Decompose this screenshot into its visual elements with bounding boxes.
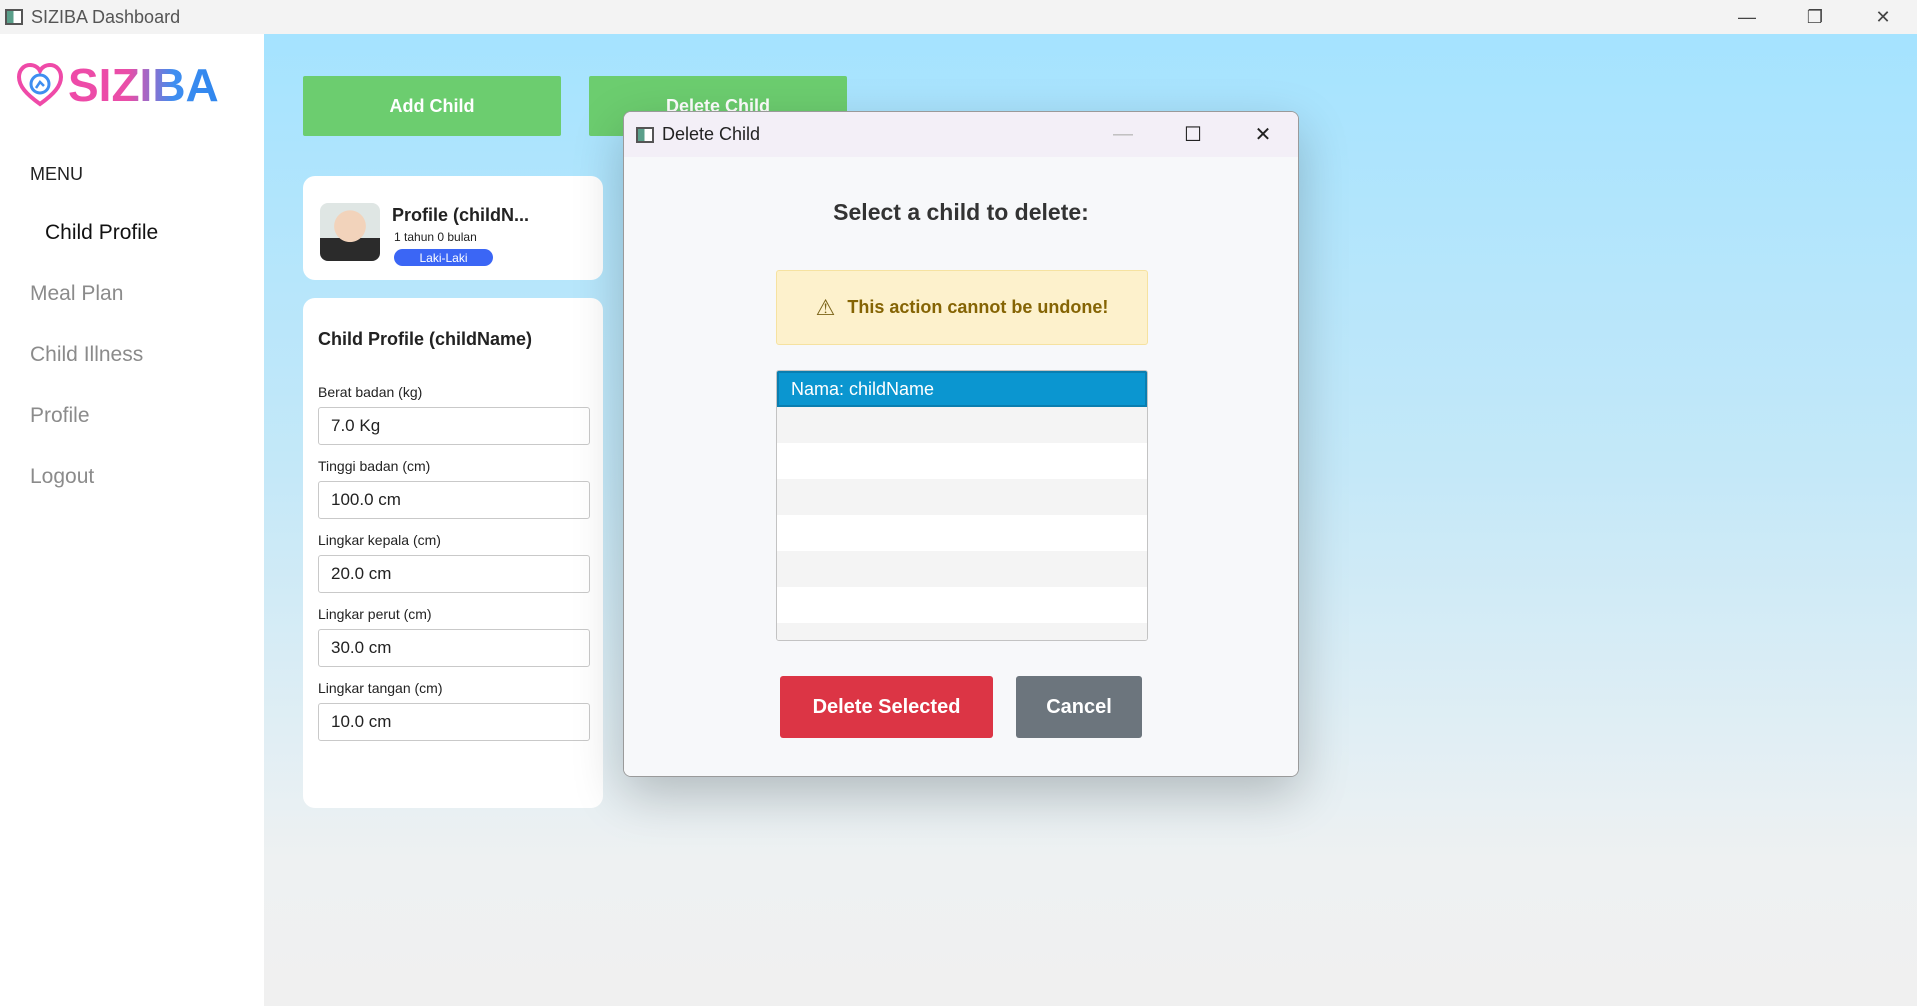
window-controls: — ❐ ✕ bbox=[1713, 0, 1917, 34]
waist-circumference-field[interactable]: 30.0 cm bbox=[318, 629, 590, 667]
dialog-minimize-icon[interactable]: — bbox=[1088, 112, 1158, 157]
warning-text: This action cannot be undone! bbox=[847, 297, 1109, 317]
warning-icon: ⚠ bbox=[815, 294, 836, 320]
waist-circumference-label: Lingkar perut (cm) bbox=[318, 606, 432, 622]
sidebar: SIZIBA MENU Child Profile Meal Plan Chil… bbox=[0, 34, 264, 1006]
list-item[interactable]: Nama: childName bbox=[777, 371, 1147, 407]
arm-circumference-field[interactable]: 10.0 cm bbox=[318, 703, 590, 741]
height-field[interactable]: 100.0 cm bbox=[318, 481, 590, 519]
empty-list-row bbox=[777, 551, 1147, 587]
sidebar-nav: Child Profile Meal Plan Child Illness Pr… bbox=[0, 202, 264, 507]
profile-name: Profile (childN... bbox=[392, 205, 530, 225]
sidebar-item-logout[interactable]: Logout bbox=[0, 446, 264, 507]
restore-icon[interactable]: ❐ bbox=[1781, 0, 1849, 34]
child-profile-card: Child Profile (childName) Berat badan (k… bbox=[303, 298, 603, 808]
window-titlebar: SIZIBA Dashboard — ❐ ✕ bbox=[0, 0, 1917, 34]
empty-list-row bbox=[777, 623, 1147, 640]
dialog-titlebar[interactable]: Delete Child — ☐ ✕ bbox=[624, 112, 1298, 157]
app-icon bbox=[5, 9, 23, 25]
delete-selected-button[interactable]: Delete Selected bbox=[780, 676, 993, 738]
window-title: SIZIBA Dashboard bbox=[31, 6, 181, 27]
close-icon[interactable]: ✕ bbox=[1849, 0, 1917, 34]
dialog-maximize-icon[interactable]: ☐ bbox=[1158, 112, 1228, 157]
dialog-app-icon bbox=[636, 126, 654, 143]
child-listbox[interactable]: Nama: childName bbox=[776, 370, 1148, 641]
menu-title: MENU bbox=[30, 164, 83, 184]
sidebar-item-child-profile[interactable]: Child Profile bbox=[0, 202, 264, 263]
head-circumference-field[interactable]: 20.0 cm bbox=[318, 555, 590, 593]
brand-name: SIZIBA bbox=[68, 59, 219, 111]
head-circumference-label: Lingkar kepala (cm) bbox=[318, 532, 441, 548]
avatar bbox=[320, 203, 380, 261]
weight-label: Berat badan (kg) bbox=[318, 384, 423, 400]
delete-child-dialog: Delete Child — ☐ ✕ Select a child to del… bbox=[623, 111, 1299, 777]
sidebar-item-meal-plan[interactable]: Meal Plan bbox=[0, 263, 264, 324]
height-label: Tinggi badan (cm) bbox=[318, 458, 431, 474]
cancel-button[interactable]: Cancel bbox=[1016, 676, 1142, 738]
warning-box: ⚠ This action cannot be undone! bbox=[776, 270, 1148, 345]
dialog-close-icon[interactable]: ✕ bbox=[1228, 112, 1298, 157]
arm-circumference-label: Lingkar tangan (cm) bbox=[318, 680, 443, 696]
logo: SIZIBA bbox=[16, 58, 219, 112]
empty-list-row bbox=[777, 587, 1147, 623]
empty-list-row bbox=[777, 443, 1147, 479]
add-child-button[interactable]: Add Child bbox=[303, 76, 561, 136]
dialog-controls: — ☐ ✕ bbox=[1088, 112, 1298, 157]
empty-list-row bbox=[777, 515, 1147, 551]
dialog-title: Delete Child bbox=[662, 124, 761, 144]
child-profile-title: Child Profile (childName) bbox=[318, 329, 533, 349]
sidebar-item-child-illness[interactable]: Child Illness bbox=[0, 324, 264, 385]
minimize-icon[interactable]: — bbox=[1713, 0, 1781, 34]
profile-card[interactable]: Profile (childN... 1 tahun 0 bulan Laki-… bbox=[303, 176, 603, 280]
empty-list-row bbox=[777, 479, 1147, 515]
gender-badge: Laki-Laki bbox=[394, 249, 493, 266]
dialog-heading: Select a child to delete: bbox=[833, 199, 1089, 225]
sidebar-item-profile[interactable]: Profile bbox=[0, 385, 264, 446]
empty-list-row bbox=[777, 407, 1147, 443]
profile-age: 1 tahun 0 bulan bbox=[394, 230, 477, 244]
dialog-body: Select a child to delete: ⚠ This action … bbox=[624, 157, 1298, 776]
weight-field[interactable]: 7.0 Kg bbox=[318, 407, 590, 445]
heart-logo-icon bbox=[16, 62, 64, 107]
